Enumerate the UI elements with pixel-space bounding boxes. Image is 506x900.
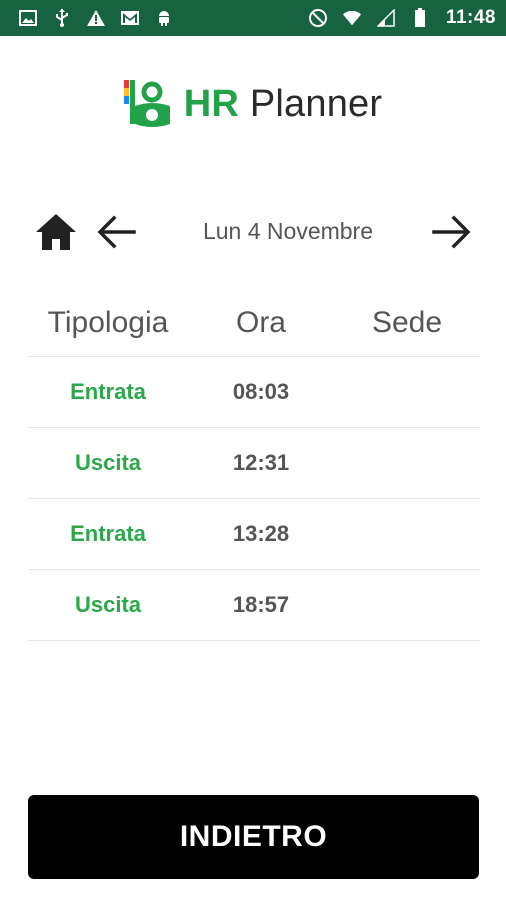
- header-ora: Ora: [235, 306, 286, 339]
- cell-tipologia: Entrata: [70, 379, 146, 404]
- android-icon: [154, 8, 174, 28]
- table-row: Entrata 08:03: [28, 357, 480, 428]
- wifi-icon: [342, 8, 362, 28]
- back-button[interactable]: INDIETRO: [28, 795, 479, 879]
- cell-tipologia: Uscita: [74, 450, 142, 475]
- home-button[interactable]: [34, 212, 78, 252]
- cell-ora: 13:28: [232, 521, 290, 546]
- usb-icon: [52, 8, 72, 28]
- warning-icon: [86, 8, 106, 28]
- image-icon: [18, 8, 38, 28]
- home-icon: [36, 214, 76, 250]
- status-bar-time: 11:48: [445, 7, 496, 28]
- previous-day-button[interactable]: [96, 212, 138, 252]
- gmail-icon: [120, 8, 140, 28]
- cell-tipologia: Uscita: [74, 592, 142, 617]
- do-not-disturb-icon: [308, 8, 328, 28]
- table-row: Uscita 18:57: [28, 570, 480, 641]
- table-row: Uscita 12:31: [28, 428, 480, 499]
- date-navigation: Lun 4 Novembre: [0, 210, 506, 254]
- current-date-label: Lun 4 Novembre: [202, 218, 374, 244]
- cell-ora: 12:31: [232, 450, 290, 475]
- signal-icon: [376, 8, 396, 28]
- cell-ora: 08:03: [232, 379, 290, 404]
- status-bar-notifications: [18, 8, 174, 28]
- app-title-planner: Planner: [239, 82, 383, 125]
- attendance-table: Tipologia Ora Sede Entrata 08:03 Uscita …: [28, 290, 480, 641]
- app-title: HR Planner: [184, 83, 382, 126]
- next-day-button[interactable]: [430, 212, 472, 252]
- table-header: Tipologia Ora Sede: [28, 290, 480, 357]
- app-logo: HR Planner: [0, 78, 506, 130]
- status-bar-system: 11:48: [308, 7, 496, 29]
- status-bar: 11:48: [0, 0, 506, 36]
- header-tipologia: Tipologia: [47, 306, 169, 339]
- header-sede: Sede: [371, 306, 443, 339]
- hr-planner-logo-icon: [123, 80, 170, 127]
- app-title-hr: HR: [183, 82, 240, 125]
- arrow-left-icon: [97, 215, 136, 249]
- table-row: Entrata 13:28: [28, 499, 480, 570]
- cell-tipologia: Entrata: [70, 521, 146, 546]
- cell-ora: 18:57: [232, 592, 290, 617]
- battery-icon: [410, 8, 430, 28]
- arrow-right-icon: [432, 215, 471, 249]
